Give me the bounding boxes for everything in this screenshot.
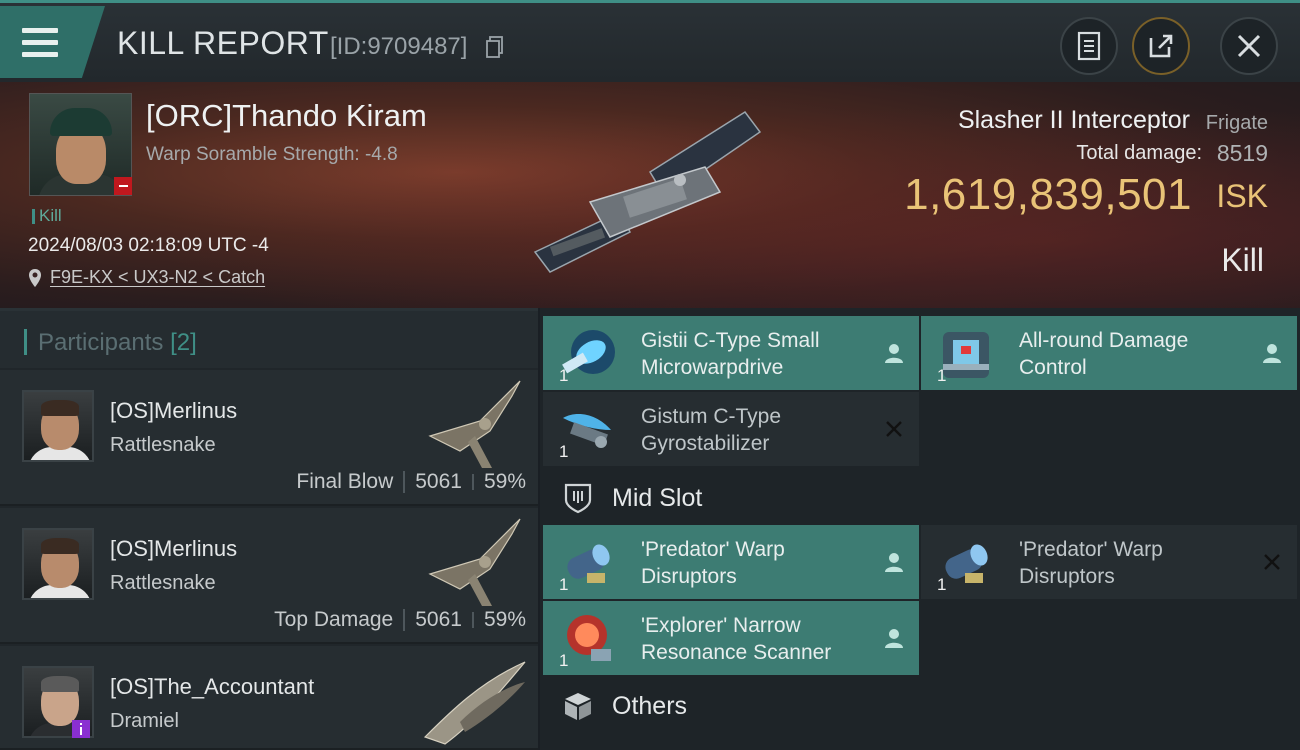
location-link[interactable]: F9E-KX < UX3-N2 < Catch <box>50 267 265 288</box>
module-item[interactable]: 1 All-round Damage Control <box>921 316 1297 390</box>
document-icon <box>1077 31 1101 61</box>
kill-tag: Kill <box>32 206 62 226</box>
module-name: 'Predator' Warp Disruptors <box>641 538 785 588</box>
report-id: [ID:9709487] <box>330 33 468 60</box>
participant-ship-image <box>428 518 521 606</box>
victim-ship-name[interactable]: Slasher II Interceptor <box>958 106 1190 135</box>
kill-result: Kill <box>1221 242 1264 278</box>
copy-icon[interactable] <box>486 36 504 58</box>
page-title: KILL REPORT <box>117 25 329 61</box>
participant-ship-image <box>423 661 526 745</box>
close-button[interactable] <box>1220 17 1278 75</box>
module-item[interactable]: 1 Gistum C-Type Gyrostabilizer <box>543 392 919 466</box>
dropped-person-icon <box>1263 344 1281 363</box>
kill-tag-label: Kill <box>39 206 62 225</box>
isk-value: 1,619,839,501 <box>904 170 1192 219</box>
participant-name: [OS]Merlinus <box>110 536 238 561</box>
share-icon <box>1149 34 1173 58</box>
participant-name: [OS]Merlinus <box>110 398 238 423</box>
module-name: 'Predator' Warp Disruptors <box>1019 538 1163 588</box>
participant-name: [OS]The_Accountant <box>110 674 315 699</box>
mid-slot-label: Mid Slot <box>612 484 703 512</box>
location-pin-icon <box>29 268 41 287</box>
menu-button[interactable] <box>0 6 105 78</box>
participant-avatar[interactable] <box>22 528 94 600</box>
cargo-box-icon <box>565 693 591 720</box>
top-bar: KILL REPORT [ID:9709487] <box>0 0 1300 82</box>
victim-name[interactable]: [ORC]Thando Kiram <box>146 98 427 134</box>
participant-row[interactable]: [OS]Merlinus Rattlesnake Final Blow 5061… <box>0 370 538 506</box>
participants-label: Participants <box>38 329 164 356</box>
participant-stats: Final Blow 5061 59% <box>296 470 526 494</box>
info-badge-icon <box>72 720 90 738</box>
module-quantity: 1 <box>559 651 569 670</box>
module-quantity: 1 <box>559 575 569 594</box>
victim-ship-image <box>533 110 762 273</box>
participant-stats: Top Damage 5061 59% <box>274 608 526 632</box>
share-button[interactable] <box>1132 17 1190 75</box>
destroyed-x-icon <box>886 421 902 437</box>
participant-role: Final Blow <box>296 470 394 493</box>
corp-badge-icon <box>114 177 132 195</box>
module-quantity: 1 <box>559 366 569 385</box>
mid-slot-shield-icon <box>564 483 592 514</box>
participant-ship: Rattlesnake <box>110 572 216 594</box>
module-quantity: 1 <box>937 366 947 385</box>
participant-percent: 59% <box>483 608 526 631</box>
module-item[interactable]: 1 'Explorer' Narrow Resonance Scanner <box>543 601 919 675</box>
hamburger-menu-icon[interactable] <box>22 28 58 58</box>
module-name: 'Explorer' Narrow Resonance Scanner <box>641 614 832 664</box>
participants-panel: Participants [2] [OS]Merlinus Rattlesnak… <box>0 308 538 750</box>
participant-avatar[interactable] <box>22 390 94 462</box>
others-label: Others <box>612 692 688 720</box>
total-damage-label: Total damage: <box>1076 142 1202 164</box>
victim-ship-class: Frigate <box>1205 112 1268 134</box>
module-name: All-round Damage Control <box>1019 329 1189 379</box>
participant-role: Top Damage <box>274 608 394 631</box>
participants-count: [2] <box>170 329 197 356</box>
participants-header: Participants [2] <box>0 308 538 368</box>
kill-datetime: 2024/08/03 02:18:09 UTC -4 <box>28 235 269 256</box>
module-item[interactable]: 1 'Predator' Warp Disruptors <box>543 525 919 599</box>
participant-ship: Rattlesnake <box>110 434 216 456</box>
module-name: Gistii C-Type Small Microwarpdrive <box>641 329 820 379</box>
participant-damage: 5061 <box>415 608 462 631</box>
warp-scramble-strength: Warp Soramble Strength: -4.8 <box>146 144 398 165</box>
participant-ship-image <box>428 380 521 468</box>
victim-summary: [ORC]Thando Kiram Warp Soramble Strength… <box>0 82 1300 308</box>
module-quantity: 1 <box>937 575 947 594</box>
participant-damage: 5061 <box>415 470 462 493</box>
module-quantity: 1 <box>559 442 569 461</box>
isk-unit: ISK <box>1216 178 1268 214</box>
participant-row[interactable]: [OS]The_Accountant Dramiel <box>0 646 538 750</box>
dropped-person-icon <box>885 553 903 572</box>
total-damage-value: 8519 <box>1216 140 1268 166</box>
dropped-person-icon <box>885 344 903 363</box>
others-header: Others <box>540 676 1300 750</box>
participant-percent: 59% <box>483 470 526 493</box>
module-item[interactable]: 1 'Predator' Warp Disruptors <box>921 525 1297 599</box>
destroyed-x-icon <box>1264 554 1280 570</box>
kill-location[interactable]: F9E-KX < UX3-N2 < Catch <box>28 267 265 288</box>
participant-ship: Dramiel <box>110 710 179 732</box>
module-name: Gistum C-Type Gyrostabilizer <box>641 405 782 455</box>
dropped-person-icon <box>885 629 903 648</box>
module-item[interactable]: 1 Gistii C-Type Small Microwarpdrive <box>543 316 919 390</box>
mid-slot-header: Mid Slot <box>540 468 1300 528</box>
close-icon <box>1237 34 1261 58</box>
participant-row[interactable]: [OS]Merlinus Rattlesnake Top Damage 5061… <box>0 508 538 644</box>
report-document-button[interactable] <box>1060 17 1118 75</box>
